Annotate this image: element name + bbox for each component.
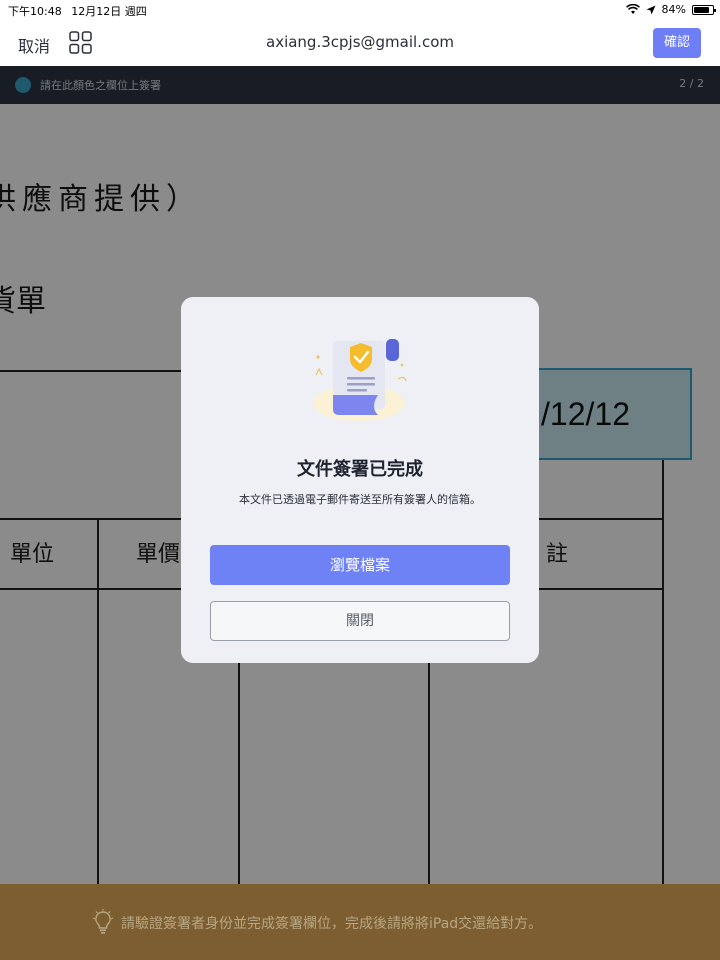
view-file-button[interactable]: 瀏覽檔案	[210, 545, 510, 585]
wifi-icon	[625, 4, 640, 14]
confirm-button[interactable]: 確認	[653, 28, 701, 58]
dialog-title: 文件簽署已完成	[297, 459, 423, 480]
status-left: 下午10:48 12月12日 週四	[8, 3, 153, 19]
status-bar: 下午10:48 12月12日 週四 84%	[0, 0, 720, 20]
dialog-message: 本文件已透過電子郵件寄送至所有簽署人的信箱。	[239, 493, 481, 506]
lightbulb-icon	[92, 909, 114, 934]
bottom-banner: 請驗證簽署者身份並完成簽署欄位，完成後請將將iPad交還給對方。	[0, 884, 720, 960]
signed-document-shield-icon	[313, 339, 407, 421]
battery-icon	[692, 4, 716, 15]
banner-text: 請驗證簽署者身份並完成簽署欄位，完成後請將將iPad交還給對方。	[121, 916, 543, 932]
close-button[interactable]: 關閉	[210, 601, 510, 641]
app-header: 取消 axiang.3cpjs@gmail.com 確認	[0, 20, 720, 66]
status-date: 12月12日 週四	[71, 5, 147, 18]
signer-email: axiang.3cpjs@gmail.com	[266, 33, 454, 51]
location-arrow-icon	[646, 5, 656, 14]
battery-percent: 84%	[661, 3, 686, 16]
status-right: 84%	[625, 3, 716, 16]
battery-level	[694, 6, 710, 13]
status-time: 下午10:48	[8, 5, 62, 18]
completion-dialog: 文件簽署已完成 本文件已透過電子郵件寄送至所有簽署人的信箱。 瀏覽檔案 關閉	[181, 297, 539, 663]
